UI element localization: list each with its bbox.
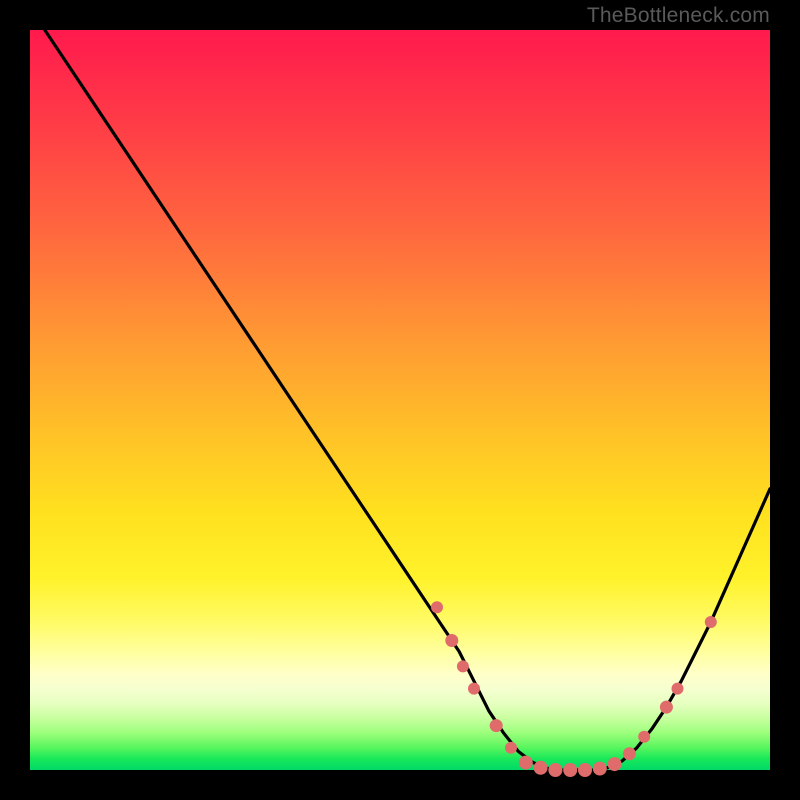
- curve-marker: [457, 660, 469, 672]
- curve-marker: [445, 634, 458, 647]
- curve-markers: [431, 601, 717, 777]
- curve-marker: [548, 763, 562, 777]
- curve-marker: [705, 616, 717, 628]
- curve-marker: [623, 747, 636, 760]
- curve-marker: [534, 761, 548, 775]
- curve-marker: [660, 701, 673, 714]
- curve-marker: [468, 683, 480, 695]
- curve-marker: [505, 742, 517, 754]
- bottleneck-curve: [45, 30, 770, 770]
- curve-marker: [672, 683, 684, 695]
- chart-svg: [30, 30, 770, 770]
- curve-marker: [563, 763, 577, 777]
- curve-marker: [431, 601, 443, 613]
- curve-marker: [608, 757, 622, 771]
- curve-marker: [519, 756, 533, 770]
- attribution-label: TheBottleneck.com: [587, 4, 770, 28]
- curve-marker: [593, 762, 607, 776]
- curve-marker: [638, 731, 650, 743]
- curve-marker: [490, 719, 503, 732]
- plot-area: [30, 30, 770, 770]
- curve-marker: [578, 763, 592, 777]
- chart-frame: TheBottleneck.com: [0, 0, 800, 800]
